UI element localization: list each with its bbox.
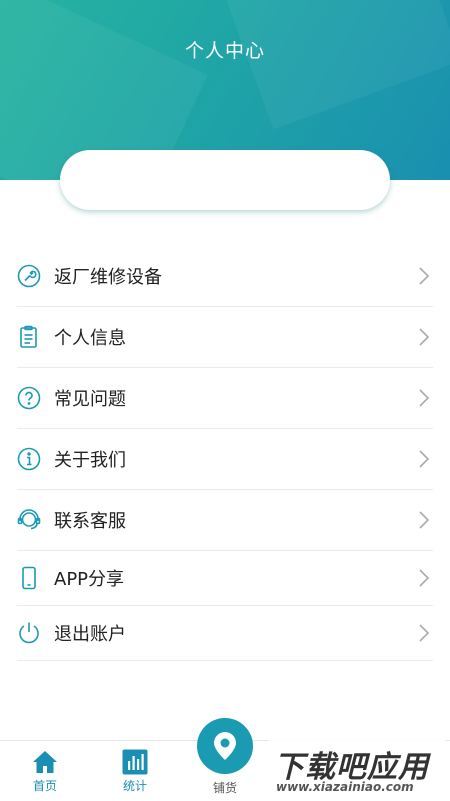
menu-item-logout[interactable]: 退出账户 (17, 606, 433, 661)
menu-item-label: 个人信息 (54, 328, 126, 349)
page-title: 个人中心 (184, 40, 265, 62)
menu-item-share[interactable]: APP分享 (17, 551, 433, 606)
tab-stats[interactable]: 统计 (100, 741, 170, 801)
info-icon (17, 447, 41, 471)
tab-label: 首页 (32, 779, 57, 793)
chevron-right-icon (419, 267, 430, 285)
wrench-icon (17, 264, 41, 288)
distribute-button[interactable] (197, 718, 253, 774)
menu-item-label: 联系客服 (54, 511, 126, 532)
chevron-right-icon (419, 624, 430, 642)
menu-item-label: 退出账户 (54, 624, 126, 645)
location-pin-icon (214, 732, 236, 760)
tab-label: 统计 (122, 779, 147, 793)
clipboard-icon (17, 325, 41, 349)
settings-menu: 返厂维修设备 个人信息 常见问题 关于我们 联系客服 APP分享 退出账户 (17, 246, 433, 661)
menu-item-faq[interactable]: 常见问题 (17, 368, 433, 429)
chevron-right-icon (419, 511, 430, 529)
profile-card[interactable] (60, 150, 390, 210)
watermark-url: www.xiazainiao.com (276, 780, 414, 794)
headset-icon (17, 508, 41, 532)
phone-icon (17, 566, 41, 590)
power-icon (17, 621, 41, 645)
chevron-right-icon (419, 450, 430, 468)
home-icon (33, 751, 57, 773)
menu-item-label: 常见问题 (54, 389, 126, 410)
chevron-right-icon (419, 328, 430, 346)
tab-home[interactable]: 首页 (10, 741, 80, 801)
menu-item-label: APP分享 (54, 569, 125, 590)
menu-item-label: 关于我们 (54, 450, 126, 471)
chevron-right-icon (419, 569, 430, 587)
menu-item-label: 返厂维修设备 (54, 267, 162, 288)
header-decoration (218, 0, 450, 130)
bar-chart-icon (122, 749, 148, 775)
distribute-label: 铺货 (212, 781, 237, 795)
watermark: 下载吧应用 www.xiazainiao.com (268, 738, 446, 798)
menu-item-repair[interactable]: 返厂维修设备 (17, 246, 433, 307)
menu-item-about[interactable]: 关于我们 (17, 429, 433, 490)
menu-item-support[interactable]: 联系客服 (17, 490, 433, 551)
menu-item-profile[interactable]: 个人信息 (17, 307, 433, 368)
chevron-right-icon (419, 389, 430, 407)
question-icon (17, 386, 41, 410)
